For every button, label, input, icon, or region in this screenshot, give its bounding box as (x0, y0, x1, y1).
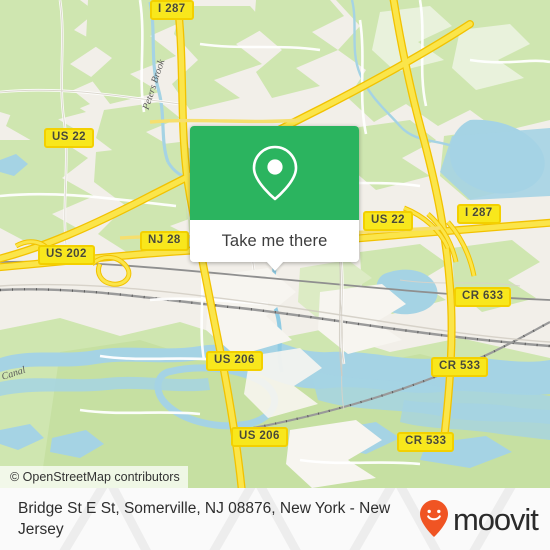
popup-footer[interactable]: Take me there (190, 220, 359, 271)
location-popup-card[interactable]: Take me there (190, 126, 359, 271)
shield-us-22-west[interactable]: US 22 (44, 128, 94, 148)
map-pin-icon (252, 145, 297, 201)
shield-i-287-east[interactable]: I 287 (457, 204, 501, 224)
osm-attribution[interactable]: © OpenStreetMap contributors (0, 466, 188, 488)
shield-i-287-north[interactable]: I 287 (150, 0, 194, 20)
shield-us-206-north[interactable]: US 206 (206, 351, 263, 371)
footer-bar: Bridge St E St, Somerville, NJ 08876, Ne… (0, 488, 550, 550)
moovit-map-screenshot: Peters Brook Canal I 287 US 22 NJ 28 US … (0, 0, 550, 550)
shield-cr-533-south[interactable]: CR 533 (397, 432, 455, 452)
shield-us-22-east[interactable]: US 22 (363, 211, 413, 231)
shield-us-206-south[interactable]: US 206 (231, 427, 288, 447)
map-canvas[interactable]: Peters Brook Canal I 287 US 22 NJ 28 US … (0, 0, 550, 488)
moovit-wordmark: moovit (453, 501, 539, 537)
shield-nj-28[interactable]: NJ 28 (140, 231, 189, 251)
moovit-smiley-pin-icon (420, 500, 448, 537)
take-me-there-button[interactable]: Take me there (222, 232, 328, 251)
shield-cr-533-north[interactable]: CR 533 (431, 357, 489, 377)
popup-header (190, 126, 359, 220)
popup-pointer-tail (265, 261, 284, 271)
shield-us-202[interactable]: US 202 (38, 245, 95, 265)
moovit-brand[interactable]: moovit (419, 499, 539, 539)
shield-cr-633[interactable]: CR 633 (454, 287, 512, 307)
address-text: Bridge St E St, Somerville, NJ 08876, Ne… (18, 500, 391, 538)
